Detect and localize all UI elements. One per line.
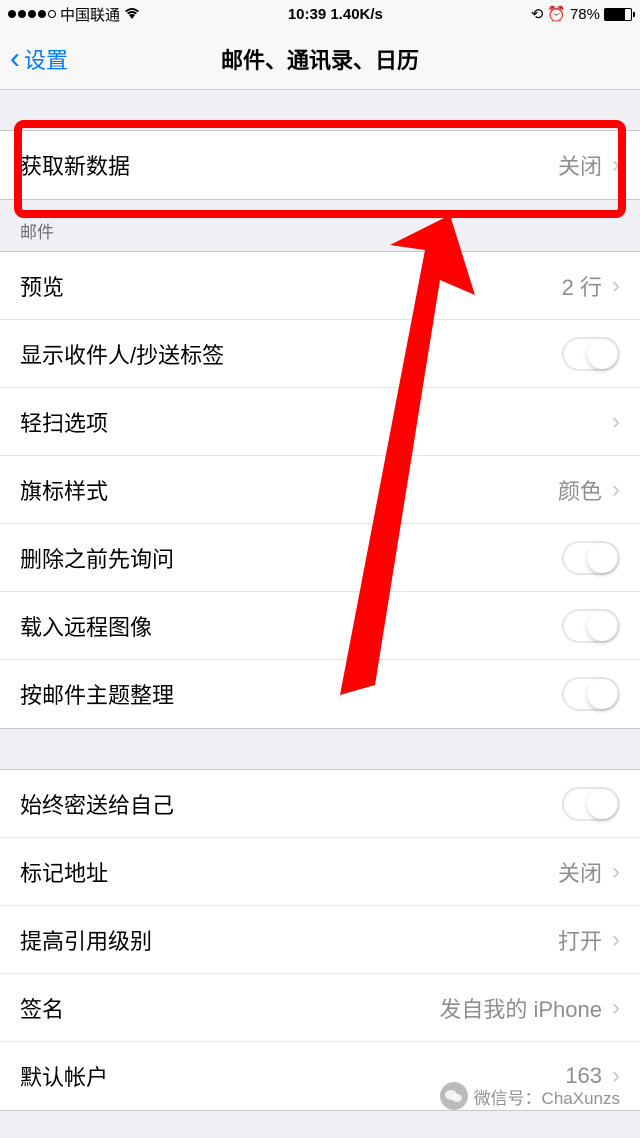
cell-label: 始终密送给自己 — [20, 788, 174, 820]
cell-label: 默认帐户 — [20, 1060, 108, 1092]
signal-strength-icon — [8, 10, 56, 18]
cell-increase-quote[interactable]: 提高引用级别 打开 › — [0, 906, 640, 974]
toggle-show-to-cc[interactable] — [562, 337, 620, 371]
cell-always-bcc[interactable]: 始终密送给自己 — [0, 770, 640, 838]
cell-organize-by-thread[interactable]: 按邮件主题整理 — [0, 660, 640, 728]
cell-value: 发自我的 iPhone — [439, 992, 602, 1024]
fetch-section: 获取新数据 关闭 › — [0, 130, 640, 200]
cell-value: 关闭 — [558, 149, 602, 181]
chevron-right-icon: › — [612, 151, 620, 179]
cell-load-remote-images[interactable]: 载入远程图像 — [0, 592, 640, 660]
cell-swipe-options[interactable]: 轻扫选项 › — [0, 388, 640, 456]
cell-value: 颜色 — [558, 474, 602, 506]
content-area[interactable]: 获取新数据 关闭 › 邮件 预览 2 行 › 显示收件人/抄送标签 轻扫选项 › — [0, 90, 640, 1138]
status-right: ⟲ ⏰ 78% — [531, 5, 632, 23]
cell-label: 载入远程图像 — [20, 610, 152, 642]
cell-label: 获取新数据 — [20, 149, 130, 181]
cell-label: 显示收件人/抄送标签 — [20, 338, 224, 370]
cell-show-to-cc[interactable]: 显示收件人/抄送标签 — [0, 320, 640, 388]
cell-fetch-new-data[interactable]: 获取新数据 关闭 › — [0, 131, 640, 199]
carrier-label: 中国联通 — [60, 4, 120, 25]
cell-ask-before-delete[interactable]: 删除之前先询问 — [0, 524, 640, 592]
cell-signature[interactable]: 签名 发自我的 iPhone › — [0, 974, 640, 1042]
cell-value: 打开 — [558, 924, 602, 956]
status-left: 中国联通 — [8, 4, 140, 25]
chevron-right-icon: › — [612, 272, 620, 300]
bottom-section: 始终密送给自己 标记地址 关闭 › 提高引用级别 打开 › 签名 发自我的 iP… — [0, 769, 640, 1111]
cell-value: 关闭 — [558, 856, 602, 888]
cell-label: 轻扫选项 — [20, 406, 108, 438]
chevron-right-icon: › — [612, 926, 620, 954]
cell-mark-address[interactable]: 标记地址 关闭 › — [0, 838, 640, 906]
battery-icon — [604, 8, 632, 21]
wechat-icon — [440, 1082, 468, 1110]
toggle-load-remote-images[interactable] — [562, 609, 620, 643]
chevron-right-icon: › — [612, 476, 620, 504]
cell-label: 提高引用级别 — [20, 924, 152, 956]
wifi-icon — [124, 6, 140, 23]
chevron-right-icon: › — [612, 858, 620, 886]
cell-label: 按邮件主题整理 — [20, 678, 174, 710]
cell-label: 旗标样式 — [20, 474, 108, 506]
page-title: 邮件、通讯录、日历 — [221, 43, 419, 75]
toggle-organize-by-thread[interactable] — [562, 677, 620, 711]
chevron-left-icon: ‹ — [10, 42, 20, 76]
chevron-right-icon: › — [612, 994, 620, 1022]
section-header-mail: 邮件 — [0, 200, 640, 251]
back-button[interactable]: ‹ 设置 — [10, 42, 68, 76]
back-label: 设置 — [24, 43, 68, 75]
cell-value: 2 行 — [562, 270, 602, 302]
watermark-text: 微信号：ChaXunzs — [474, 1084, 620, 1109]
navigation-bar: ‹ 设置 邮件、通讯录、日历 — [0, 28, 640, 90]
status-time: 10:39 1.40K/s — [288, 6, 383, 23]
cell-label: 标记地址 — [20, 856, 108, 888]
cell-preview[interactable]: 预览 2 行 › — [0, 252, 640, 320]
status-bar: 中国联通 10:39 1.40K/s ⟲ ⏰ 78% — [0, 0, 640, 28]
cell-label: 预览 — [20, 270, 64, 302]
cell-label: 删除之前先询问 — [20, 542, 174, 574]
cell-label: 签名 — [20, 992, 64, 1024]
mail-section: 预览 2 行 › 显示收件人/抄送标签 轻扫选项 › 旗标样式 颜色 › — [0, 251, 640, 729]
watermark: 微信号：ChaXunzs — [440, 1082, 620, 1110]
battery-label: 78% — [570, 6, 600, 23]
alarm-icon: ⏰ — [547, 5, 566, 23]
toggle-always-bcc[interactable] — [562, 787, 620, 821]
cell-flag-style[interactable]: 旗标样式 颜色 › — [0, 456, 640, 524]
toggle-ask-before-delete[interactable] — [562, 541, 620, 575]
lock-icon: ⟲ — [531, 5, 544, 23]
chevron-right-icon: › — [612, 408, 620, 436]
